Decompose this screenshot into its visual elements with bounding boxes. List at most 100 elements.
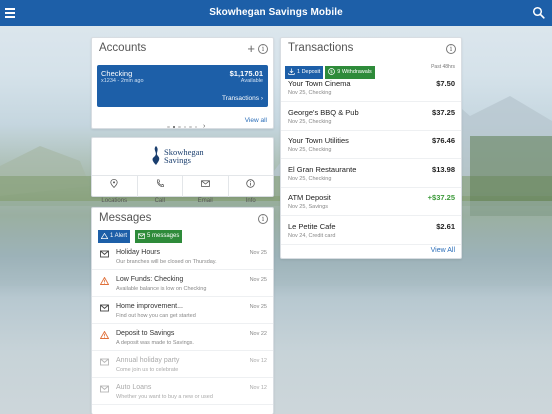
message-title: Home improvement... (116, 303, 183, 310)
transaction-filters: 1 Deposit $9 Withdrawals (285, 60, 375, 79)
info-label: Info (245, 198, 256, 204)
transaction-detail: Nov 25, Savings (288, 204, 329, 210)
message-row[interactable]: Holiday Hours Our branches will be closed… (92, 245, 273, 270)
envelope-icon (138, 232, 145, 239)
phone-icon (156, 179, 164, 187)
warning-icon (100, 331, 109, 339)
logo-mark-icon (152, 146, 160, 165)
message-date: Nov 12 (249, 385, 267, 391)
account-pager[interactable]: › (167, 118, 205, 130)
transaction-merchant: George's BBQ & Pub (288, 107, 359, 117)
message-row[interactable]: Home improvement... Find out how you can … (92, 299, 273, 324)
email-button[interactable]: Email (183, 176, 229, 204)
info-icon[interactable]: i (258, 44, 268, 54)
location-pin-icon (110, 179, 118, 188)
transaction-merchant: El Gran Restaurante (288, 164, 357, 174)
alert-chip-label: 1 Alert (110, 233, 128, 239)
accounts-title: Accounts (99, 42, 147, 54)
transactions-view-all-link[interactable]: View All (431, 247, 455, 254)
transaction-row[interactable]: Le Petite Cafe Nov 24, Credit card $2.61 (281, 217, 461, 245)
message-preview: Find out how you can get started (116, 313, 196, 319)
transactions-card: Transactions i 1 Deposit $9 Withdrawals … (280, 37, 462, 259)
message-date: Nov 25 (249, 277, 267, 283)
message-date: Nov 25 (249, 304, 267, 310)
transaction-merchant: ATM Deposit (288, 193, 331, 202)
locations-button[interactable]: Locations (92, 176, 138, 204)
background-landscape (0, 66, 552, 286)
messages-card: Messages i 1 Alert 5 messages Holiday Ho… (91, 207, 274, 414)
envelope-icon (100, 385, 109, 393)
envelope-icon (100, 358, 109, 366)
account-name: Checking (101, 69, 133, 78)
transaction-row[interactable]: El Gran Restaurante Nov 25, Checking $13.9… (281, 160, 461, 188)
warning-icon (100, 232, 109, 239)
transactions-title: Transactions (288, 42, 354, 54)
message-title: Annual holiday party (116, 357, 180, 364)
message-row[interactable]: Deposit to Savings A deposit was made to … (92, 326, 273, 351)
account-subtext: x1234 - 2min ago (101, 78, 144, 84)
alert-filter-chip[interactable]: 1 Alert (98, 230, 131, 243)
transaction-amount: $76.46 (432, 136, 455, 145)
app-title: Skowhegan Savings Mobile (209, 7, 343, 18)
transactions-header: Transactions i (281, 38, 461, 60)
transactions-range: Past 48hrs (431, 64, 455, 70)
pager-next-icon[interactable]: › (203, 123, 205, 130)
message-preview: Come join us to celebrate (116, 367, 179, 373)
envelope-icon (100, 250, 109, 258)
info-icon[interactable]: i (258, 214, 268, 224)
transaction-merchant: Le Petite Cafe (288, 221, 336, 231)
messages-chip-label: 5 messages (147, 233, 180, 239)
message-row[interactable]: Annual holiday party Come join us to cele… (92, 353, 273, 378)
bank-logo: Skowhegan Savings (150, 145, 220, 165)
email-label: Email (197, 198, 213, 204)
balance-label: Available (240, 78, 263, 84)
add-account-button[interactable]: + (247, 41, 255, 56)
transaction-detail: Nov 24, Credit card (288, 232, 336, 239)
info-button[interactable]: Info (229, 176, 274, 204)
branch-actions: Locations Call Email Info (92, 175, 274, 204)
branch-card: Skowhegan Savings Locations Call Email I… (91, 137, 274, 204)
transaction-amount: $13.98 (432, 164, 455, 174)
transaction-row[interactable]: Your Town Cinema Nov 25, Checking $7.50 (281, 74, 461, 102)
transaction-amount: $2.61 (436, 221, 455, 231)
message-row[interactable]: Low Funds: Checking Available balance is … (92, 272, 273, 297)
transaction-detail: Nov 25, Checking (288, 118, 332, 125)
transactions-link[interactable]: Transactions › (222, 95, 263, 102)
message-row[interactable]: Auto Loans Whether you want to buy a new … (92, 380, 273, 405)
messages-filter-chip[interactable]: 5 messages (135, 230, 183, 243)
account-balance: $1,175.01 (229, 69, 263, 78)
message-title: Deposit to Savings (116, 330, 175, 337)
message-preview: Whether you want to buy a new or used (116, 394, 213, 400)
info-icon[interactable]: i (446, 44, 456, 54)
messages-title: Messages (99, 212, 152, 224)
transaction-detail: Nov 25, Checking (288, 175, 332, 182)
transaction-amount: $37.25 (432, 107, 455, 117)
accounts-view-all-link[interactable]: View all (245, 117, 267, 124)
warning-icon (100, 277, 109, 285)
message-title: Low Funds: Checking (116, 276, 184, 283)
message-preview: Available balance is low on Checking (116, 286, 207, 292)
transaction-amount: +$37.25 (427, 193, 455, 202)
transaction-row[interactable]: George's BBQ & Pub Nov 25, Checking $37.25 (281, 103, 461, 131)
transaction-amount: $7.50 (436, 79, 455, 88)
message-date: Nov 25 (249, 250, 267, 256)
message-date: Nov 22 (249, 331, 267, 337)
account-tile-checking[interactable]: Checking x1234 - 2min ago $1,175.01 Avai… (97, 65, 268, 107)
envelope-icon (200, 180, 210, 187)
transaction-row[interactable]: Your Town Utilities Nov 25, Checking $76.4… (281, 131, 461, 159)
transaction-detail: Nov 25, Checking (288, 90, 332, 96)
info-icon (246, 179, 255, 188)
transaction-merchant: Your Town Utilities (288, 136, 349, 145)
envelope-icon (100, 304, 109, 312)
locations-label: Locations (101, 198, 128, 204)
call-button[interactable]: Call (138, 176, 183, 204)
message-title: Holiday Hours (116, 249, 160, 256)
messages-header: Messages i (92, 208, 273, 230)
top-app-bar: Skowhegan Savings Mobile (0, 0, 552, 26)
accounts-card: Accounts + i Checking x1234 - 2min ago $… (91, 37, 274, 130)
message-title: Auto Loans (116, 384, 152, 391)
logo-line-2: Savings (164, 155, 191, 165)
message-date: Nov 12 (249, 358, 267, 364)
transaction-row[interactable]: ATM Deposit Nov 25, Savings +$37.25 (281, 188, 461, 216)
search-icon[interactable] (532, 6, 545, 19)
